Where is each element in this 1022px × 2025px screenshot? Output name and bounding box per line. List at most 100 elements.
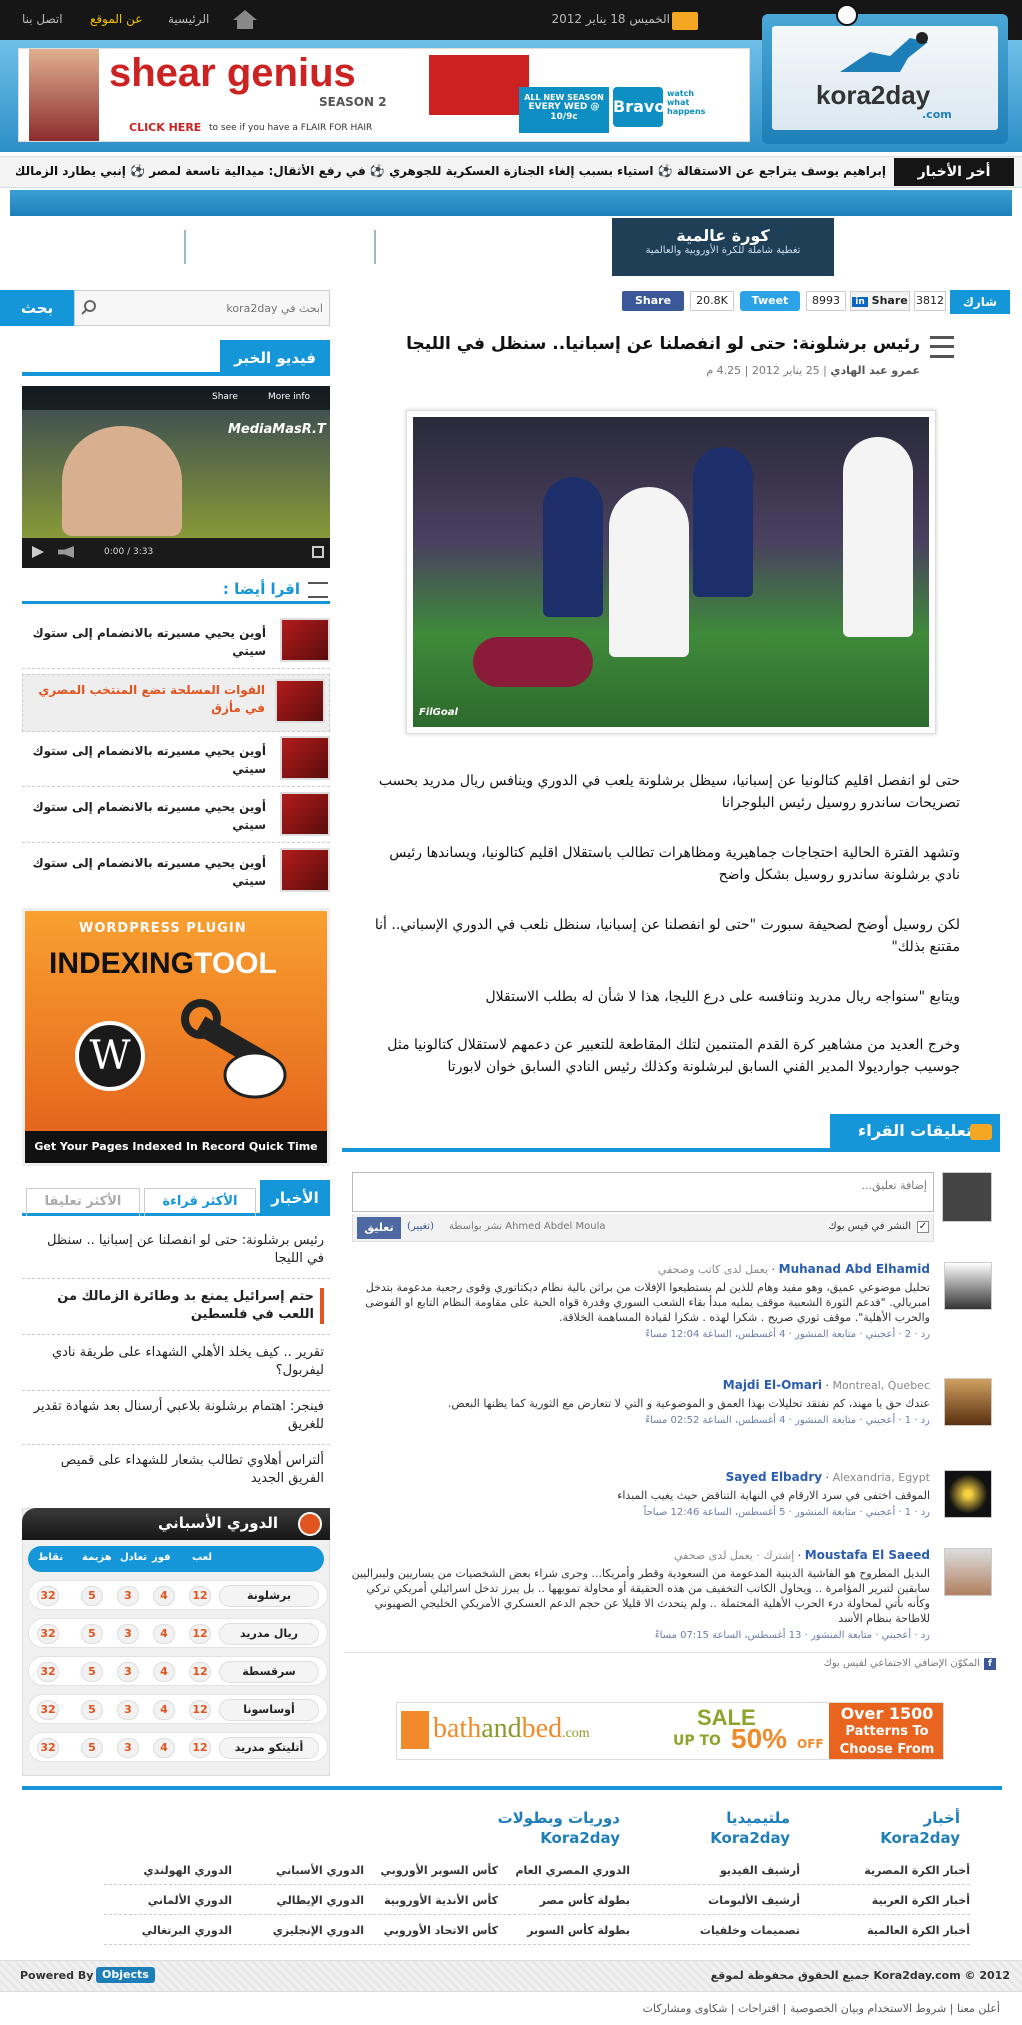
list-item[interactable]: أوين يحيي مسيرته بالانضمام إلى ستوك سيتي bbox=[22, 848, 330, 906]
search-icon[interactable] bbox=[81, 299, 97, 315]
comment-submit-button[interactable]: تعليق bbox=[357, 1217, 401, 1239]
bottom-link[interactable]: شروط الاستخدام وبيان الخصوصية bbox=[790, 2002, 946, 2015]
league-row[interactable]: أتليتكو مدريد 12 4 3 5 32 bbox=[28, 1732, 328, 1762]
fb-share-button[interactable]: Share bbox=[622, 291, 684, 311]
ad-right1: Over 1500 bbox=[840, 1704, 934, 1723]
list-item[interactable]: القوات المسلحة تضع المنتخب المصري في مأز… bbox=[22, 674, 330, 732]
stat-cell: 12 bbox=[189, 1586, 211, 1606]
footer-link[interactable]: الدوري الألماني bbox=[104, 1894, 232, 1907]
world-football-box[interactable]: كورة عالمية تغطية شاملة للكرة الأوروبية … bbox=[612, 218, 834, 276]
ticker-item[interactable]: إنبي يطارد الزمالك في bbox=[16, 164, 126, 178]
comment-footer[interactable]: رد · 2 · أعجبني · متابعة المنشور · 4 أغس… bbox=[344, 1329, 930, 1340]
comment-input[interactable] bbox=[352, 1172, 934, 1212]
comment-author[interactable]: Moustafa El Saeed bbox=[805, 1548, 930, 1562]
league-row[interactable]: ريال مدريد 12 4 3 5 32 bbox=[28, 1618, 328, 1648]
bottom-link[interactable]: اقتراحات bbox=[738, 2002, 779, 2015]
stat-cell: 4 bbox=[153, 1738, 175, 1758]
bathandbed-ad[interactable]: bathandbed.com SALE UP TO 50% OFF Over 1… bbox=[396, 1702, 944, 1760]
news-tab-item[interactable]: تقرير .. كيف يخلد الأهلي الشهداء على طري… bbox=[30, 1344, 324, 1380]
footer-link[interactable]: أرشيف الفيديو bbox=[660, 1864, 800, 1877]
article-author[interactable]: عمرو عبد الهادي bbox=[830, 364, 920, 377]
video-share[interactable]: Share bbox=[212, 392, 238, 402]
footer-link[interactable]: الدوري الأسباني bbox=[240, 1864, 364, 1877]
stat-cell: 5 bbox=[81, 1624, 103, 1644]
footer-link[interactable]: الدوري الهولندي bbox=[104, 1864, 232, 1877]
league-row[interactable]: برشلونة 12 4 3 5 32 bbox=[28, 1580, 328, 1610]
bottom-link[interactable]: شكاوى ومشاركات bbox=[643, 2002, 728, 2015]
footer-link[interactable]: أرشيف الألبومات bbox=[660, 1894, 800, 1907]
indexing-tool-ad[interactable]: WORDPRESS PLUGIN INDEXINGTOOL W Get Your… bbox=[22, 908, 330, 1166]
comment: Muhanad Abd Elhamid · يعمل لدى كاتب وصحف… bbox=[344, 1262, 992, 1340]
avatar bbox=[944, 1470, 992, 1518]
footer-link[interactable]: كأس السوبر الأوروبي bbox=[370, 1864, 498, 1877]
league-row[interactable]: سرقسطة 12 4 3 5 32 bbox=[28, 1656, 328, 1686]
news-thumb bbox=[280, 618, 330, 662]
fb-post-checkbox[interactable]: ✓ bbox=[917, 1221, 929, 1233]
ticker-items[interactable]: إبراهيم يوسف يتراجع عن الاستقالة ⚽ استيا… bbox=[16, 164, 886, 178]
nav-about[interactable]: عن الموقع bbox=[90, 12, 142, 26]
objects-logo[interactable]: Objects bbox=[96, 1967, 155, 1983]
nav-contact[interactable]: اتصل بنا bbox=[22, 12, 63, 26]
footer-col-multimedia: ملتيميديا Kora2day bbox=[670, 1808, 790, 1848]
linkedin-share-button[interactable]: in Share bbox=[850, 291, 910, 311]
banner-cta[interactable]: CLICK HERE bbox=[129, 121, 201, 134]
tab-most-read[interactable]: الأكثر قراءة bbox=[144, 1188, 256, 1216]
team-name: أوساسونا bbox=[219, 1699, 319, 1721]
comment-author[interactable]: Muhanad Abd Elhamid bbox=[779, 1262, 930, 1276]
ticker-item[interactable]: استياء بسبب إلغاء الجنازة العسكرية للجوه… bbox=[389, 164, 653, 178]
footer-link[interactable]: أخبار الكرة العالمية bbox=[820, 1924, 970, 1937]
news-tab-item[interactable]: رئيس برشلونة: حتى لو انفصلنا عن إسبانيا … bbox=[30, 1232, 324, 1268]
news-tab-item[interactable]: ألتراس أهلاوي تطالب بشعار للشهداء على قم… bbox=[30, 1452, 324, 1488]
league-header: الدوري الأسباني bbox=[22, 1508, 330, 1540]
comment-footer[interactable]: رد · 1 · أعجبني · متابعة المنشور · 5 أغس… bbox=[344, 1507, 930, 1518]
comment-author[interactable]: Majdi El-Omari bbox=[723, 1378, 822, 1392]
comment-author[interactable]: Sayed Elbadry bbox=[726, 1470, 822, 1484]
comment-toolbar: تعليق (تغيير) نشر بواسطة Ahmed Abdel Mou… bbox=[352, 1214, 934, 1242]
footer-link[interactable]: أخبار الكرة المصرية bbox=[820, 1864, 970, 1877]
footer-link[interactable]: أخبار الكرة العربية bbox=[820, 1894, 970, 1907]
ad-line1: WORDPRESS PLUGIN bbox=[79, 921, 247, 936]
bottom-link[interactable]: أعلن معنا bbox=[957, 2002, 1000, 2015]
video-player[interactable]: Share More info MediaMasR.T 0:00 / 3:33 bbox=[22, 386, 330, 568]
ad-off: OFF bbox=[797, 1737, 824, 1751]
ticker-item[interactable]: في رفع الأثقال: ميدالية تاسعة لمصر bbox=[149, 164, 366, 178]
footer-col-title: دوريات وبطولات bbox=[497, 1809, 620, 1827]
stat-cell: 4 bbox=[153, 1586, 175, 1606]
change-account-link[interactable]: (تغيير) bbox=[407, 1221, 434, 1232]
footer-link[interactable]: الدوري الإنجليزي bbox=[240, 1924, 364, 1937]
footer-link[interactable]: بطولة كأس السوبر bbox=[506, 1924, 630, 1937]
world-subtitle: تغطية شاملة للكرة الأوروبية والعالمية bbox=[645, 245, 801, 256]
banner-season: SEASON 2 bbox=[319, 95, 387, 109]
search-button[interactable]: بحث bbox=[0, 290, 74, 326]
home-icon[interactable] bbox=[232, 8, 258, 30]
tab-most-commented[interactable]: الأكثر تعليقا bbox=[26, 1188, 140, 1216]
footer-link[interactable]: تصميمات وخلفيات bbox=[660, 1924, 800, 1937]
search-input[interactable] bbox=[103, 297, 323, 319]
tweet-button[interactable]: Tweet bbox=[740, 291, 800, 311]
stat-cell: 5 bbox=[81, 1586, 103, 1606]
list-item-title: أوين يحيي مسيرته بالانضمام إلى ستوك سيتي bbox=[32, 800, 266, 832]
comment-footer[interactable]: رد · أعجبني · متابعة المنشور · 13 أغسطس،… bbox=[344, 1630, 930, 1641]
speech-bubble-icon bbox=[970, 1124, 992, 1140]
linkedin-count: 3812 bbox=[914, 291, 946, 311]
news-tab-item[interactable]: فينجر: اهتمام برشلونة بلاعبي أرسنال بعد … bbox=[30, 1398, 324, 1434]
video-more-info[interactable]: More info bbox=[268, 392, 310, 402]
promo-line1: ALL NEW SEASON bbox=[524, 93, 604, 102]
fullscreen-icon[interactable] bbox=[312, 546, 324, 558]
footer-link[interactable]: الدوري البرتغالي bbox=[104, 1924, 232, 1937]
league-row[interactable]: أوساسونا 12 4 3 5 32 bbox=[28, 1694, 328, 1724]
ticker-item[interactable]: إبراهيم يوسف يتراجع عن الاستقالة bbox=[677, 164, 886, 178]
footer-link[interactable]: كأس الاتحاد الأوروبي bbox=[370, 1924, 498, 1937]
play-icon[interactable] bbox=[32, 546, 44, 558]
news-tab-item[interactable]: حتم إسرائيل يمنع بد وطائرة الزمالك من ال… bbox=[30, 1288, 324, 1324]
footer-link[interactable]: الدوري المصري العام bbox=[506, 1864, 630, 1877]
banner-ad[interactable]: shear genius SEASON 2 CLICK HERE to see … bbox=[18, 48, 750, 142]
footer-link[interactable]: كأس الأندية الأوروبية bbox=[370, 1894, 498, 1907]
comment-footer[interactable]: رد · 1 · أعجبني · متابعة المنشور · 4 أغس… bbox=[344, 1415, 930, 1426]
footer-link[interactable]: بطولة كأس مصر bbox=[506, 1894, 630, 1907]
nav-home[interactable]: الرئيسية bbox=[168, 12, 209, 26]
footer-link[interactable]: الدوري الإيطالي bbox=[240, 1894, 364, 1907]
footer-col-title: أخبار bbox=[923, 1809, 960, 1827]
tab-news[interactable]: الأخبار bbox=[260, 1180, 330, 1216]
logo[interactable]: kora2day .com bbox=[772, 26, 998, 130]
